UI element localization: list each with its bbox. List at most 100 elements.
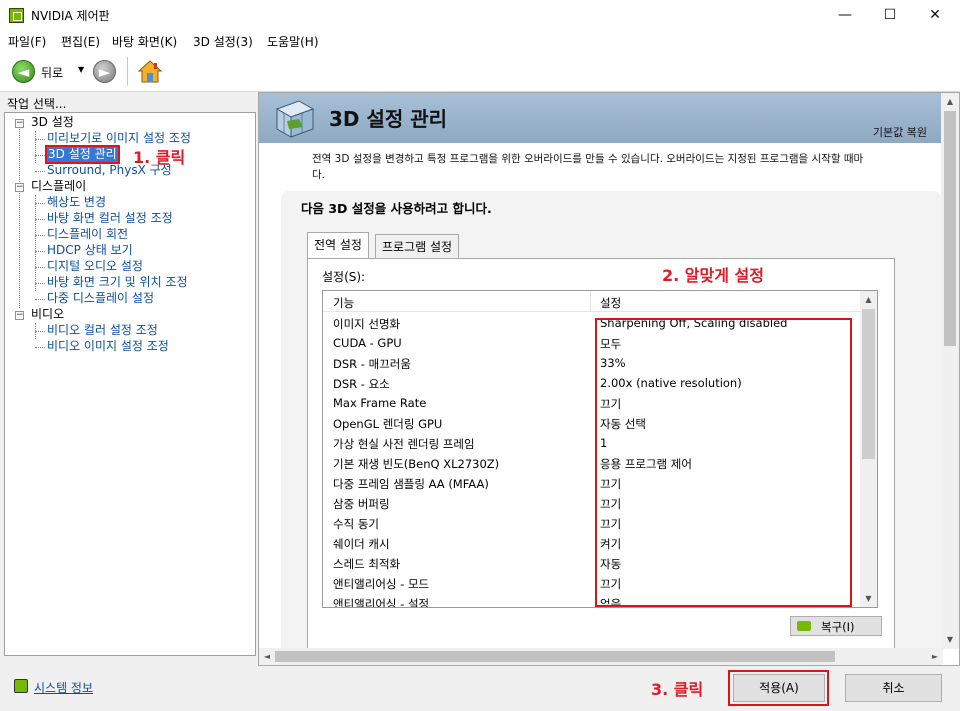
setting-feature: Max Frame Rate xyxy=(333,396,427,410)
column-separator[interactable] xyxy=(590,291,591,312)
page-horizontal-scrollbar[interactable]: ◄ ► xyxy=(259,648,943,665)
cancel-button[interactable]: 취소 xyxy=(845,674,942,702)
tree-category-video[interactable]: 비디오 xyxy=(31,307,64,322)
page-title: 3D 설정 관리 xyxy=(329,107,448,131)
tree-item-video-image[interactable]: 비디오 이미지 설정 조정 xyxy=(47,339,169,354)
page-scroll-up-icon[interactable]: ▲ xyxy=(941,93,959,111)
section-title: 다음 3D 설정을 사용하려고 합니다. xyxy=(301,201,492,216)
settings-list-label: 설정(S): xyxy=(322,270,366,284)
forward-arrow-icon[interactable]: ► xyxy=(93,60,116,83)
setting-feature: OpenGL 렌더링 GPU xyxy=(333,417,443,431)
restore-button-label: 복구(I) xyxy=(821,620,855,634)
window-title: NVIDIA 제어판 xyxy=(31,9,110,23)
home-icon[interactable] xyxy=(137,59,163,84)
tree-connector xyxy=(35,203,45,204)
tree-category-3d-settings[interactable]: 3D 설정 xyxy=(31,115,74,130)
setting-feature: 다중 프레임 샘플링 AA (MFAA) xyxy=(333,477,489,491)
menu-help[interactable]: 도움말(H) xyxy=(267,33,319,50)
page-scroll-down-icon[interactable]: ▼ xyxy=(941,631,959,649)
setting-feature: DSR - 매끄러움 xyxy=(333,357,411,371)
tree-connector xyxy=(35,235,45,236)
tree-connector xyxy=(35,171,45,172)
page-vertical-scrollbar[interactable]: ▲ ▼ xyxy=(941,93,959,649)
task-panel: 작업 선택... − 3D 설정 미리보기로 이미지 설정 조정 3D 설정 관… xyxy=(0,92,257,667)
setting-feature: 쉐이더 캐시 xyxy=(333,537,390,551)
menu-edit[interactable]: 편집(E) xyxy=(61,33,100,50)
grid-scroll-thumb[interactable] xyxy=(862,309,875,459)
annotation-step3: 3. 클릭 xyxy=(651,680,704,699)
annotation-step2: 2. 알맞게 설정 xyxy=(662,266,764,285)
back-history-dropdown-icon[interactable]: ▼ xyxy=(78,65,84,74)
highlight-apply-button xyxy=(728,670,829,706)
menu-file[interactable]: 파일(F) xyxy=(8,33,46,50)
expand-toggle-3d-settings[interactable]: − xyxy=(15,119,24,128)
tab-global-settings[interactable]: 전역 설정 xyxy=(307,232,369,258)
page-scroll-thumb[interactable] xyxy=(944,111,956,346)
page-hscroll-thumb[interactable] xyxy=(275,651,835,662)
tree-connector xyxy=(35,267,45,268)
setting-feature: DSR - 요소 xyxy=(333,377,390,391)
setting-feature: 스레드 최적화 xyxy=(333,557,401,571)
expand-toggle-video[interactable]: − xyxy=(15,311,24,320)
tab-program-settings[interactable]: 프로그램 설정 xyxy=(375,234,460,258)
scroll-down-icon[interactable]: ▼ xyxy=(860,590,877,607)
menu-bar: 파일(F) 편집(E) 바탕 화면(K) 3D 설정(3) 도움말(H) xyxy=(0,30,960,51)
tree-item-hdcp-status[interactable]: HDCP 상태 보기 xyxy=(47,243,133,258)
system-info-icon[interactable] xyxy=(14,679,28,693)
system-info-link[interactable]: 시스템 정보 xyxy=(34,679,93,696)
highlight-settings-column xyxy=(595,318,852,607)
page-scroll-left-icon[interactable]: ◄ xyxy=(259,648,275,665)
column-header-feature[interactable]: 기능 xyxy=(333,295,354,311)
menu-3d-settings[interactable]: 3D 설정(3) xyxy=(193,33,253,50)
back-button-label[interactable]: 뒤로 xyxy=(41,64,63,81)
page-scroll-right-icon[interactable]: ► xyxy=(927,648,943,665)
tree-item-desktop-size-position[interactable]: 바탕 화면 크기 및 위치 조정 xyxy=(47,275,188,290)
restore-defaults-link[interactable]: 기본값 복원 xyxy=(873,124,927,140)
back-arrow-icon[interactable]: ◄ xyxy=(12,60,35,83)
tree-item-manage-3d-settings[interactable]: 3D 설정 관리 xyxy=(45,145,120,164)
tree-item-desktop-color[interactable]: 바탕 화면 컬러 설정 조정 xyxy=(47,211,173,226)
setting-feature: 기본 재생 빈도(BenQ XL2730Z) xyxy=(333,457,500,471)
maximize-button[interactable]: ☐ xyxy=(867,0,913,30)
nvidia-logo-icon xyxy=(797,621,811,631)
tree-item-digital-audio[interactable]: 디지털 오디오 설정 xyxy=(47,259,143,274)
tree-item-rotate-display[interactable]: 디스플레이 회전 xyxy=(47,227,128,242)
task-tree: − 3D 설정 미리보기로 이미지 설정 조정 3D 설정 관리 Surroun… xyxy=(4,112,256,656)
tree-connector xyxy=(35,299,45,300)
setting-feature: CUDA - GPU xyxy=(333,336,402,350)
page-banner: 3D 설정 관리 기본값 복원 xyxy=(259,93,941,143)
scroll-up-icon[interactable]: ▲ xyxy=(860,291,877,308)
title-bar: NVIDIA 제어판 — ☐ ✕ xyxy=(0,0,960,30)
tree-connector xyxy=(35,219,45,220)
menu-desktop[interactable]: 바탕 화면(K) xyxy=(112,33,177,50)
tree-item-multiple-displays[interactable]: 다중 디스플레이 설정 xyxy=(47,291,154,306)
minimize-button[interactable]: — xyxy=(822,0,868,30)
expand-toggle-display[interactable]: − xyxy=(15,183,24,192)
grid-vertical-scrollbar[interactable]: ▲ ▼ xyxy=(860,291,877,607)
tree-connector xyxy=(35,155,45,156)
tree-item-change-resolution[interactable]: 해상도 변경 xyxy=(47,195,106,210)
nvidia-app-icon xyxy=(9,8,24,23)
setting-feature: 이미지 선명화 xyxy=(333,317,401,331)
column-header-setting[interactable]: 설정 xyxy=(600,295,621,311)
tree-connector xyxy=(35,131,36,163)
restore-button[interactable]: 복구(I) xyxy=(790,616,882,636)
tree-connector xyxy=(35,251,45,252)
setting-feature: 앤티앨리어싱 - 설정 xyxy=(333,597,430,608)
annotation-step1: 1. 클릭 xyxy=(133,148,186,167)
tree-category-display[interactable]: 디스플레이 xyxy=(31,179,86,194)
tree-connector xyxy=(35,331,45,332)
tree-item-video-color[interactable]: 비디오 컬러 설정 조정 xyxy=(47,323,158,338)
tree-connector xyxy=(35,283,45,284)
setting-feature: 가상 현실 사전 렌더링 프레임 xyxy=(333,437,475,451)
tree-connector xyxy=(35,347,45,348)
description-line-2: 다. xyxy=(312,169,325,181)
setting-feature: 앤티앨리어싱 - 모드 xyxy=(333,577,430,591)
setting-feature: 삼중 버퍼링 xyxy=(333,497,390,511)
toolbar-separator xyxy=(127,57,128,86)
tree-connector xyxy=(19,125,20,308)
close-button[interactable]: ✕ xyxy=(912,0,958,30)
tree-connector xyxy=(35,195,36,291)
task-panel-title: 작업 선택... xyxy=(7,97,67,111)
description-line-1: 전역 3D 설정을 변경하고 특정 프로그램을 위한 오버라이드를 만들 수 있… xyxy=(312,153,864,165)
